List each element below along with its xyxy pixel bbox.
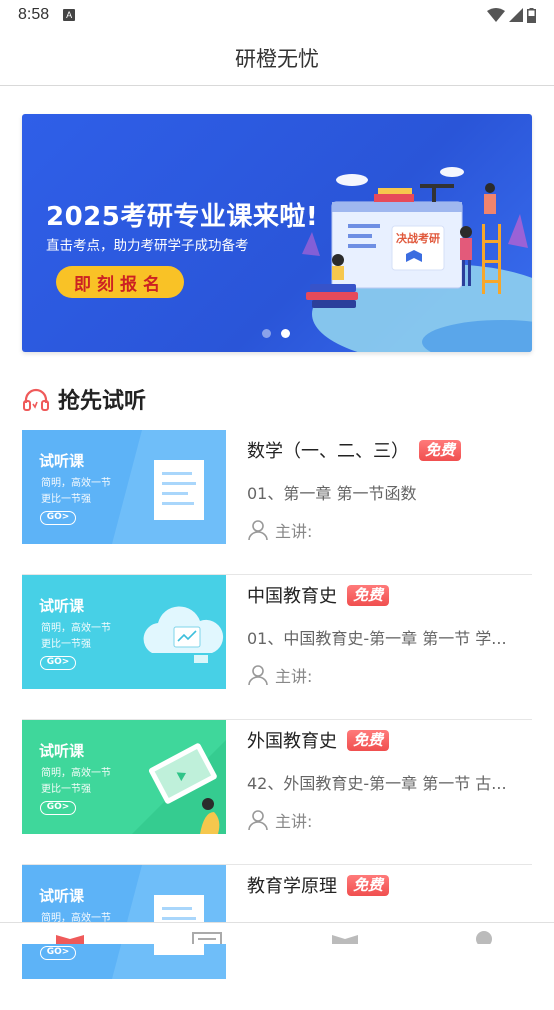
thumb-title: 试听课: [39, 742, 85, 760]
course-teacher: 主讲:: [247, 663, 532, 687]
user-icon: [248, 810, 268, 831]
free-badge: 免费: [347, 729, 390, 751]
thumb-slogan-1: 简明，高效一节: [41, 768, 111, 779]
free-badge: 免费: [347, 874, 390, 896]
bottom-tab-bar: [0, 922, 554, 944]
trial-section-header: 抢先试听: [22, 382, 146, 416]
battery-icon: [527, 7, 536, 23]
course-name: 数学（一、二、三）: [247, 441, 409, 462]
course-lesson: 01、中国教育史-第一章 第一节 学...: [247, 629, 507, 648]
course-list-icon[interactable]: [192, 931, 222, 944]
thumb-title: 试听课: [39, 887, 85, 905]
library-icon[interactable]: [330, 931, 360, 944]
course-thumbnail[interactable]: 试听课 简明，高效一节 更比一节强 GO>: [22, 575, 226, 689]
course-lesson: 42、外国教育史-第一章 第一节 古...: [247, 774, 507, 793]
user-icon: [248, 665, 268, 686]
banner-illustration: 决战考研: [302, 167, 532, 352]
course-name: 教育学原理: [247, 876, 337, 897]
thumb-slogan-1: 简明，高效一节: [41, 623, 111, 634]
course-name: 外国教育史: [247, 731, 337, 752]
course-info: 教育学原理 免费: [247, 871, 532, 899]
status-icons: [487, 7, 536, 23]
thumb-slogan-2: 更比一节强: [41, 639, 91, 650]
banner-headline: 2025考研专业课来啦!: [46, 202, 319, 232]
banner-pagination: [262, 329, 290, 338]
course-info: 中国教育史 免费 01、中国教育史-第一章 第一节 学... 主讲:: [247, 581, 532, 687]
course-name-row: 外国教育史 免费: [247, 726, 532, 754]
user-icon: [248, 520, 268, 541]
course-name-row: 中国教育史 免费: [247, 581, 532, 609]
teacher-label: 主讲:: [275, 667, 313, 686]
signal-icon: [509, 8, 523, 22]
wifi-icon: [487, 8, 505, 22]
free-badge: 免费: [347, 584, 390, 606]
thumb-go-badge: GO>: [40, 946, 76, 960]
thumb-go-badge: GO>: [40, 656, 76, 670]
profile-icon[interactable]: [474, 931, 494, 944]
teacher-label: 主讲:: [275, 812, 313, 831]
teacher-label: 主讲:: [275, 522, 313, 541]
course-lesson: 01、第一章 第一节函数: [247, 484, 417, 503]
course-thumbnail[interactable]: 试听课 简明，高效一节 更比一节强 GO>: [22, 720, 226, 834]
section-title: 抢先试听: [58, 389, 147, 414]
banner-dot-1[interactable]: [262, 329, 271, 338]
status-time: 8:58: [18, 6, 50, 23]
thumb-go-badge: GO>: [40, 801, 76, 815]
course-name-row: 教育学原理 免费: [247, 871, 532, 899]
thumb-slogan-2: 更比一节强: [41, 784, 91, 795]
banner-dot-2[interactable]: [281, 329, 290, 338]
course-info: 数学（一、二、三） 免费 01、第一章 第一节函数 主讲:: [247, 436, 532, 542]
course-teacher: 主讲:: [247, 518, 532, 542]
course-info: 外国教育史 免费 42、外国教育史-第一章 第一节 古... 主讲:: [247, 726, 532, 832]
promo-banner[interactable]: 决战考研 2025考研专业课来啦! 直击考点，助力考研学子成功备考 即刻报名: [22, 114, 532, 352]
course-name: 中国教育史: [247, 586, 337, 607]
status-bar: 8:58 A: [0, 0, 554, 30]
banner-board-text: 决战考研: [396, 231, 440, 245]
thumb-go-badge: GO>: [40, 511, 76, 525]
thumb-slogan-2: 更比一节强: [41, 494, 91, 505]
thumb-title: 试听课: [39, 597, 85, 615]
course-item-chinese-edu-history[interactable]: 试听课 简明，高效一节 更比一节强 GO> 中国教育史 免费 01、中国教育史-…: [22, 575, 532, 720]
banner-subline: 直击考点，助力考研学子成功备考: [46, 238, 249, 254]
thumb-slogan-1: 简明，高效一节: [41, 478, 111, 489]
headphones-icon: [23, 388, 49, 411]
notification-a-icon: A: [63, 9, 76, 21]
course-teacher: 主讲:: [247, 808, 532, 832]
course-thumbnail[interactable]: 试听课 简明，高效一节 更比一节强 GO>: [22, 430, 226, 544]
home-book-icon[interactable]: [54, 931, 86, 944]
course-item-foreign-edu-history[interactable]: 试听课 简明，高效一节 更比一节强 GO> 外国教育史 免费 42、外国教育史-…: [22, 720, 532, 865]
course-name-row: 数学（一、二、三） 免费: [247, 436, 532, 464]
app-header: 研橙无忧: [0, 30, 554, 86]
course-item-math[interactable]: 试听课 简明，高效一节 更比一节强 GO> 数学（一、二、三） 免费 01、第一…: [22, 430, 532, 575]
thumb-title: 试听课: [39, 452, 85, 470]
enroll-now-button[interactable]: 即刻报名: [56, 266, 184, 298]
free-badge: 免费: [419, 439, 462, 461]
page-title: 研橙无忧: [235, 46, 319, 71]
